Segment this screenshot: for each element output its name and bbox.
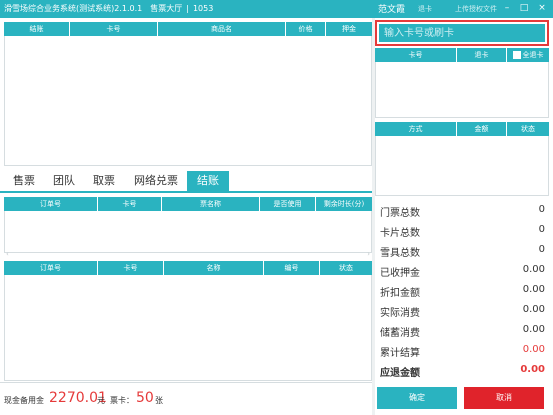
column-header[interactable]: 方式 [375,122,457,136]
summary-label: 累计结算 [380,348,420,359]
column-header[interactable]: 结账 [4,22,70,36]
goods-grid-body[interactable] [4,36,372,166]
current-user: 范文霞 [378,5,406,15]
column-header[interactable]: 商品名 [158,22,286,36]
summary-label: 已收押金 [380,268,420,279]
summary-row: 折扣金额 0.00 [375,281,549,301]
title-bar: 滑雪场综合业务系统(测试系统)2.1.0.1 售票大厅 | 1053 范文霞 退卡 上… [0,0,553,18]
summary-value: 0 [538,224,545,235]
summary-label: 折扣金额 [380,288,420,299]
minimize-icon[interactable]: – [500,1,514,15]
order-grid-body[interactable] [4,211,372,253]
order-grid-header: 订单号 卡号 票名称 是否使用 剩余时长(分) [4,197,372,211]
summary-label: 实际消费 [380,308,420,319]
maximize-icon[interactable]: □ [517,1,531,15]
cancel-button[interactable]: 取消 [464,387,544,409]
upload-license-link[interactable]: 上传授权文件 [455,4,497,14]
select-all-label: 全退卡 [522,51,544,59]
summary-label: 应退金额 [380,368,420,379]
refund-link[interactable]: 退卡 [418,4,432,14]
card-grid-body[interactable] [375,62,549,118]
ticket-card-label: 票卡： [110,396,134,405]
summary-value: 0.00 [522,344,545,355]
column-header[interactable]: 卡号 [70,22,158,36]
tab-checkout[interactable]: 结账 [187,171,229,193]
card-input-box [375,20,549,46]
app-title: 滑雪场综合业务系统(测试系统)2.1.0.1 [4,4,143,13]
column-header[interactable]: 卡号 [98,261,164,275]
hall-name: 售票大厅 [150,4,183,13]
payment-grid-body[interactable] [375,136,549,196]
footer-bar: 现金备用金 2270.01 元 票卡： 50 张 [0,382,372,415]
tab-team[interactable]: 团队 [46,171,82,193]
column-header[interactable]: 价格 [286,22,326,36]
tab-online-redeem[interactable]: 网络兑票 [126,171,186,193]
station-number: 1053 [192,4,214,13]
summary-row: 实际消费 0.00 [375,301,549,321]
confirm-button[interactable]: 确定 [377,387,457,409]
column-header[interactable]: 订单号 [4,261,98,275]
summary-row: 累计结算 0.00 [375,341,549,361]
function-tabs: 售票 团队 取票 网络兑票 结账 [0,167,372,193]
payment-grid-header: 方式 金额 状态 [375,122,549,136]
column-header[interactable]: 卡号 [375,48,457,62]
select-all-refund[interactable]: 全退卡 [507,48,549,62]
column-header[interactable]: 编号 [264,261,320,275]
detail-grid-header: 订单号 卡号 名称 编号 状态 [4,261,372,275]
summary-label: 门票总数 [380,208,420,219]
column-header[interactable]: 状态 [320,261,372,275]
column-header[interactable]: 是否使用 [260,197,316,211]
summary-row: 门票总数 0 [375,201,549,221]
card-grid-header: 卡号 退卡 全退卡 [375,48,549,62]
summary-row: 储蓄消费 0.00 [375,321,549,341]
column-header[interactable]: 金额 [457,122,507,136]
summary-value: 0.00 [522,304,545,315]
column-header[interactable]: 剩余时长(分) [316,197,372,211]
checkbox-icon[interactable] [512,51,521,59]
summary-label: 卡片总数 [380,228,420,239]
column-header[interactable]: 状态 [507,122,549,136]
summary-row: 已收押金 0.00 [375,261,549,281]
cash-reserve-label: 现金备用金 [4,396,44,405]
summary-row: 卡片总数 0 [375,221,549,241]
summary-row: 应退金额 0.00 [375,361,549,381]
summary-value: 0.00 [522,324,545,335]
summary-label: 储蓄消费 [380,328,420,339]
column-header[interactable]: 退卡 [457,48,507,62]
card-number-input[interactable] [379,24,545,42]
summary-value: 0.00 [522,284,545,295]
cash-unit: 元 [97,396,105,405]
summary-label: 雪具总数 [380,248,420,259]
column-header[interactable]: 卡号 [98,197,162,211]
column-header[interactable]: 名称 [164,261,264,275]
window-title: 滑雪场综合业务系统(测试系统)2.1.0.1 售票大厅 | 1053 [4,4,214,13]
summary-value: 0.00 [520,364,545,375]
column-header[interactable]: 押金 [326,22,372,36]
ticket-card-value: 50 [136,390,154,406]
column-header[interactable]: 订单号 [4,197,98,211]
summary-value: 0 [538,204,545,215]
tab-pickup[interactable]: 取票 [86,171,122,193]
summary-value: 0.00 [522,264,545,275]
ticket-unit: 张 [155,396,163,405]
summary-row: 雪具总数 0 [375,241,549,261]
column-header[interactable]: 票名称 [162,197,260,211]
goods-grid-header: 结账 卡号 商品名 价格 押金 [4,22,372,36]
detail-grid-body[interactable] [4,275,372,381]
tab-sell-ticket[interactable]: 售票 [6,171,42,193]
close-icon[interactable]: × [535,1,549,15]
order-grid-scrollbar[interactable]: ‹ › [4,250,372,259]
summary-value: 0 [538,244,545,255]
